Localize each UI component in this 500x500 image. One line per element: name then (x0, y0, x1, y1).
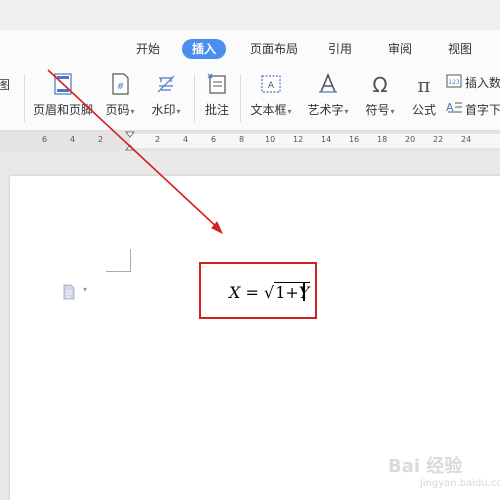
ruler-number: 24 (461, 135, 472, 144)
ribbon-separator (240, 74, 241, 122)
ruler-number: 6 (211, 135, 217, 144)
indent-marker-icon[interactable] (124, 131, 136, 151)
tab-home[interactable]: 开始 (128, 39, 168, 59)
header-footer-icon (54, 73, 72, 95)
tab-references[interactable]: 引用 (318, 39, 362, 59)
ribbon-tabs: 开始 插入 页面布局 引用 审阅 视图 (0, 30, 500, 66)
ribbon-separator (24, 74, 25, 122)
comment-button[interactable]: 批注 (198, 66, 236, 130)
ruler-number: 16 (349, 135, 360, 144)
watermark-url: jingyan.baidu.com (420, 478, 500, 489)
ruler-number: 22 (433, 135, 444, 144)
paragraph-layout-icon[interactable] (62, 284, 76, 300)
page-number-button[interactable]: # 页码▾ (100, 66, 140, 130)
equation[interactable]: X = √1+Y (229, 282, 311, 302)
textbox-label: 文本框▾ (250, 103, 292, 117)
header-footer-button[interactable]: 页眉和页脚 (30, 66, 96, 130)
symbol-button[interactable]: Ω 符号▾ (360, 66, 400, 130)
svg-text:Ω: Ω (372, 73, 387, 96)
textbox-button[interactable]: A 文本框▾ (244, 66, 298, 130)
tab-page-layout[interactable]: 页面布局 (246, 39, 302, 59)
equation-equals: = (245, 283, 259, 302)
comment-icon (207, 73, 226, 94)
symbol-label: 符号▾ (365, 103, 395, 117)
title-bar (0, 0, 500, 30)
ruler-number: 4 (183, 135, 189, 144)
ribbon-separator (194, 74, 195, 122)
svg-text:#: # (117, 82, 125, 92)
margin-corner-mark (106, 249, 131, 272)
ruler-number: 2 (155, 135, 161, 144)
watermark-icon (157, 75, 175, 93)
ruler-number: 18 (377, 135, 388, 144)
dropcap-label: 首字下 (465, 103, 500, 117)
tab-insert[interactable]: 插入 (182, 39, 227, 59)
ribbon-partial-label: 图 (0, 78, 11, 92)
ruler-number: 6 (42, 135, 48, 144)
watermark-label: 水印▾ (151, 103, 181, 117)
sqrt-icon: √ (263, 283, 275, 302)
equation-lhs: X (229, 283, 241, 302)
formula-button[interactable]: π 公式 (404, 66, 444, 130)
formula-label: 公式 (411, 103, 436, 117)
ruler-number: 20 (405, 135, 416, 144)
ribbon-partial-left[interactable]: 图 (0, 66, 16, 130)
omega-icon: Ω (372, 73, 387, 96)
wordart-label: 艺术字▾ (307, 103, 349, 117)
header-footer-label: 页眉和页脚 (32, 103, 93, 117)
comment-label: 批注 (204, 103, 229, 117)
horizontal-ruler[interactable]: 6 4 2 2 4 6 8 10 12 14 16 18 20 22 24 (0, 131, 500, 151)
insert-number-icon: 123 (446, 74, 462, 88)
pi-icon: π (417, 73, 430, 96)
ruler-number: 10 (265, 135, 276, 144)
tab-review[interactable]: 审阅 (380, 39, 420, 59)
svg-text:123: 123 (448, 79, 460, 86)
paragraph-layout-caret-icon[interactable]: ▾ (83, 285, 87, 294)
watermark-button[interactable]: 水印▾ (146, 66, 186, 130)
textbox-icon: A (261, 75, 281, 93)
dropcap-icon: A (446, 101, 462, 114)
svg-text:A: A (268, 81, 275, 91)
ruler-number: 8 (239, 135, 245, 144)
ruler-number: 14 (321, 135, 332, 144)
watermark-logo: Bai 经验 (388, 456, 463, 477)
svg-text:π: π (417, 73, 430, 96)
ribbon-toolbar: 图 页眉和页脚 # 页码▾ 水印▾ 批注 A 文本框▾ 艺术字▾ Ω 符号▾ π… (0, 66, 500, 131)
dropcap-button[interactable]: A 首字下 (444, 98, 500, 120)
ruler-number: 12 (293, 135, 304, 144)
insert-number-label: 插入数 (465, 76, 500, 90)
text-cursor (303, 283, 305, 301)
ruler-number: 4 (70, 135, 76, 144)
tab-view[interactable]: 视图 (440, 39, 480, 59)
wordart-button[interactable]: 艺术字▾ (302, 66, 354, 130)
page-number-icon: # (112, 73, 129, 95)
page-number-label: 页码▾ (105, 103, 135, 117)
wordart-icon (319, 72, 337, 93)
ruler-number: 2 (98, 135, 104, 144)
